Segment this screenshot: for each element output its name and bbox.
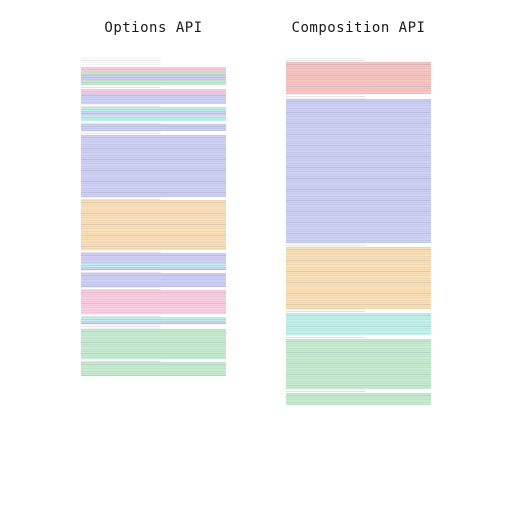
code-block-green [81,362,226,376]
composition-api-code-stack [286,58,431,405]
comparison-diagram: Options API Composition API [0,0,512,425]
code-block-pink [81,290,226,314]
options-api-code-stack [81,58,226,376]
code-block-orange [286,247,431,309]
code-block-cyan [286,313,431,335]
code-block-purple [81,273,226,287]
code-block-red [286,62,431,94]
code-block-white [81,58,226,67]
code-block-purple [81,93,226,104]
code-block-orange [81,200,226,250]
code-block-purple [81,124,226,131]
composition-api-title: Composition API [292,20,426,36]
code-block-purple [81,253,226,263]
code-block-purple [81,135,226,197]
options-api-title: Options API [104,20,202,36]
code-block-green [286,339,431,389]
code-block-purple [286,99,431,243]
options-api-column: Options API [81,20,226,405]
code-block-green [81,329,226,359]
code-block-green [286,393,431,405]
composition-api-column: Composition API [286,20,431,405]
